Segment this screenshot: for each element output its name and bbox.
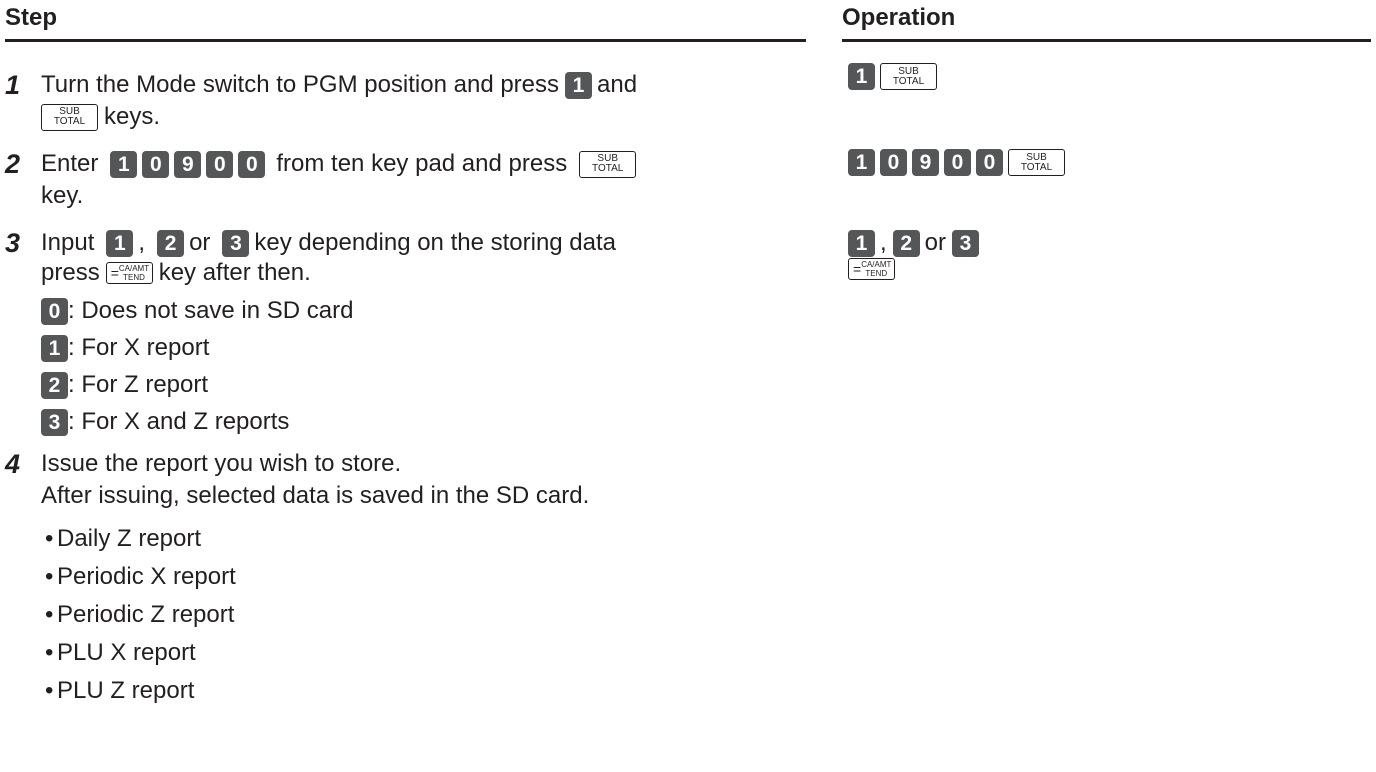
step-3-line-2: press = CA/AMT TEND key after then. [41,258,311,288]
key-3-icon: 3 [952,229,980,257]
step-text: from ten key pad and press [276,150,568,177]
key-0-icon: 0 [944,149,971,176]
key-2-icon: 2 [892,229,920,257]
operation-step-3-line-1: 1 , 2 or 3 [848,228,984,258]
report-text: Periodic Z report [57,601,235,628]
step-number: 4 [5,449,21,479]
report-text: Daily Z report [57,525,202,552]
key-1-icon: 1 [110,150,138,178]
step-2-line-2: key. [41,181,83,211]
key-3-icon: 3 [41,408,68,436]
step-number: 2 [5,149,21,179]
key-1-icon: 1 [848,229,875,257]
report-text: PLU Z report [57,677,195,704]
step-text: key depending on the storing data [254,229,617,256]
step-1-line-2: SUB TOTAL keys. [41,102,160,132]
key-0-icon: 0 [142,150,170,178]
key-1-icon: 1 [848,149,875,176]
option-text: : For Z report [68,371,209,398]
option-1: 1 : For X report [41,333,209,363]
bullet-icon: • [45,525,54,552]
report-item: • Daily Z report [45,524,201,554]
key-0-icon: 0 [238,150,266,178]
step-text: After issuing, selected data is saved in… [41,482,590,509]
operation-step-2: 1 0 9 0 0 SUB TOTAL [848,149,1065,176]
step-text: Enter [41,150,99,177]
key-1-icon: 1 [565,71,593,99]
step-text: key. [41,182,84,209]
option-2: 2 : For Z report [41,370,208,400]
key-9-icon: 9 [912,149,939,176]
step-2-line-1: 2 Enter 1 0 9 0 0 from ten key pad and p… [5,149,637,179]
step-text: key after then. [158,259,311,286]
key-0-icon: 0 [41,297,68,325]
subtotal-key-icon: SUB TOTAL [1008,149,1065,176]
key-0-icon: 0 [880,149,907,176]
key-2-icon: 2 [41,371,68,399]
step-text: Turn the Mode switch to PGM position and… [41,71,560,98]
step-4-line-2: After issuing, selected data is saved in… [41,481,589,511]
ca-amt-tend-key-icon: = CA/AMT TEND [105,262,153,284]
step-text: keys. [104,103,161,130]
step-text: Issue the report you wish to store. [41,450,402,477]
report-item: • Periodic Z report [45,600,234,630]
option-text: : For X and Z reports [68,408,290,435]
option-text: : Does not save in SD card [68,297,354,324]
bullet-icon: • [45,601,54,628]
report-text: PLU X report [57,639,196,666]
operation-header: Operation [842,4,956,31]
key-1-icon: 1 [106,229,134,257]
key-3-icon: 3 [222,229,250,257]
key-0-icon: 0 [976,149,1003,176]
operation-text: or [924,229,947,256]
step-text: press [41,259,100,286]
step-text: Input [41,229,95,256]
operation-header-rule [842,39,1371,42]
ca-amt-tend-key-icon: = CA/AMT TEND [848,258,895,280]
step-text: and [597,71,638,98]
step-header-rule [5,39,806,42]
step-text: , [138,229,146,256]
operation-text: , [880,229,887,256]
step-text: or [189,229,211,256]
report-item: • PLU X report [45,638,196,668]
step-number: 3 [5,228,21,258]
key-2-icon: 2 [157,229,185,257]
key-1-icon: 1 [848,63,875,90]
key-1-icon: 1 [41,334,68,362]
step-4-line-1: 4 Issue the report you wish to store. [5,449,401,479]
option-3: 3 : For X and Z reports [41,407,289,437]
operation-step-3-line-2: = CA/AMT TEND [848,258,895,280]
step-1-line-1: 1 Turn the Mode switch to PGM position a… [5,70,637,100]
report-item: • Periodic X report [45,562,236,592]
subtotal-key-icon: SUB TOTAL [41,103,98,131]
subtotal-key-icon: SUB TOTAL [880,63,937,90]
key-0-icon: 0 [206,150,234,178]
subtotal-key-icon: SUB TOTAL [579,150,637,178]
bullet-icon: • [45,639,54,666]
step-header: Step [5,4,58,31]
option-text: : For X report [68,334,210,361]
step-3-line-1: 3 Input 1 , 2 or 3 key depending on the … [5,228,616,258]
step-number: 1 [5,70,21,100]
key-9-icon: 9 [174,150,202,178]
operation-step-1: 1 SUB TOTAL [848,63,937,90]
bullet-icon: • [45,563,54,590]
report-item: • PLU Z report [45,676,194,706]
option-0: 0 : Does not save in SD card [41,296,353,326]
bullet-icon: • [45,677,54,704]
report-text: Periodic X report [57,563,236,590]
